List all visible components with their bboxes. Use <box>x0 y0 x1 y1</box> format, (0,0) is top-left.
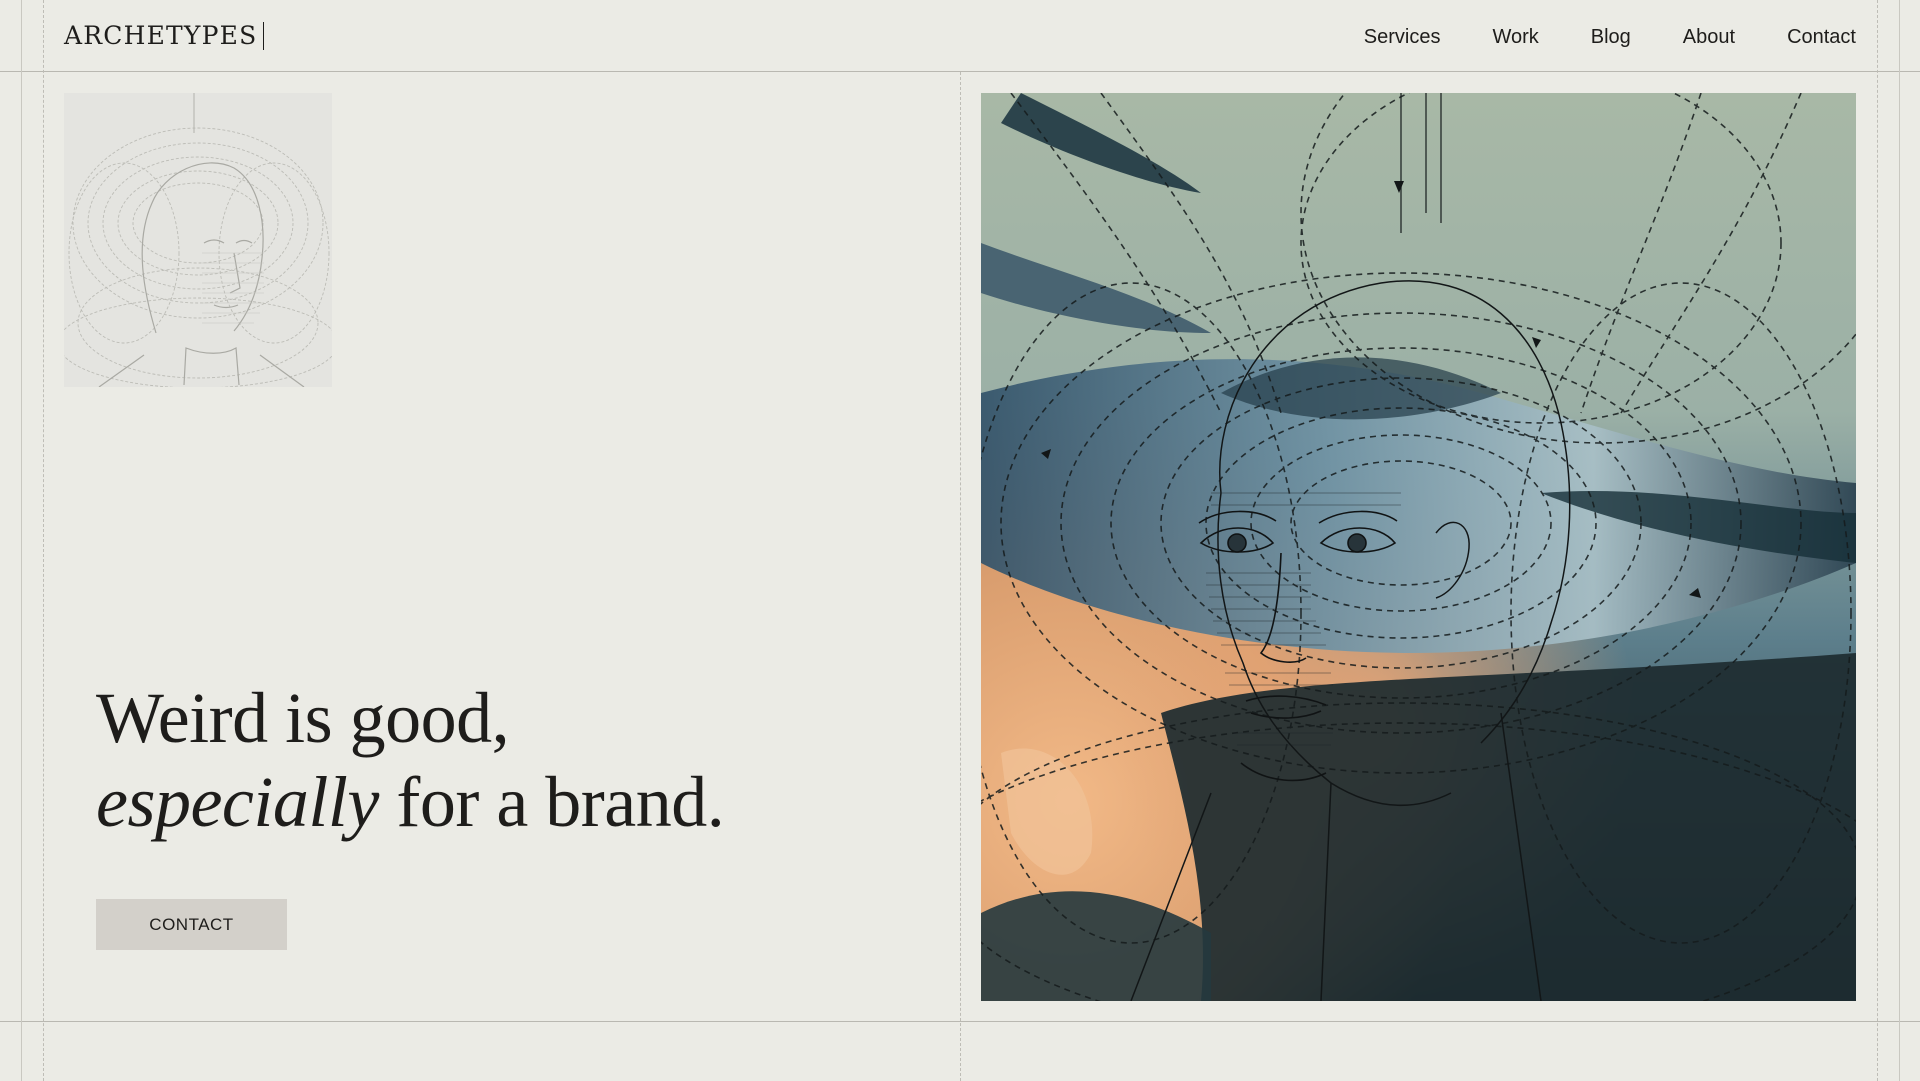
right-inner-guide <box>1877 0 1878 1081</box>
hero-artwork-image <box>981 93 1856 1001</box>
contact-button[interactable]: CONTACT <box>96 899 287 950</box>
left-inner-guide <box>43 0 44 1081</box>
left-outer-guide <box>21 0 22 1081</box>
nav-item-work[interactable]: Work <box>1492 24 1538 50</box>
right-outer-guide <box>1899 0 1900 1081</box>
headline-line-1: Weird is good, <box>96 678 510 758</box>
sketch-thumbnail-image <box>64 93 332 387</box>
hero-headline: Weird is good, especially for a brand. <box>96 676 725 844</box>
logo-cursor-mark <box>263 21 265 50</box>
nav-item-about[interactable]: About <box>1683 24 1735 50</box>
nav-item-blog[interactable]: Blog <box>1591 24 1631 50</box>
main-nav: Services Work Blog About Contact <box>1312 24 1856 50</box>
headline-line-2: especially for a brand. <box>96 760 725 844</box>
nav-item-services[interactable]: Services <box>1364 24 1441 50</box>
brand-logo[interactable]: ARCHETYPES <box>64 20 265 52</box>
brand-logo-text: ARCHETYPES <box>64 21 258 50</box>
center-guide <box>960 72 961 1081</box>
nav-item-contact[interactable]: Contact <box>1787 24 1856 50</box>
headline-italic-word: especially <box>96 762 379 842</box>
headline-line-2-rest: for a brand. <box>378 762 725 842</box>
